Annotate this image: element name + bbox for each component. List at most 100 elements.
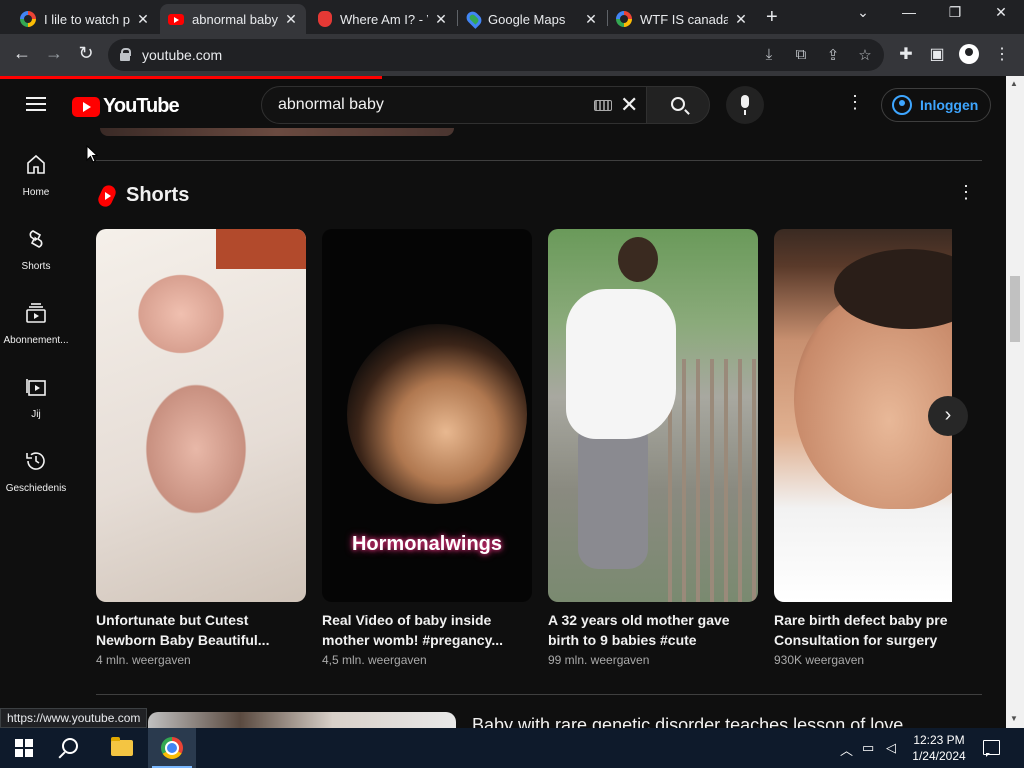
- shorts-shelf-header: Shorts: [98, 184, 189, 207]
- new-tab-button[interactable]: +: [766, 6, 778, 29]
- guide-label: Jij: [31, 409, 41, 420]
- guide-item-subscriptions[interactable]: Abonnement...: [0, 301, 72, 346]
- guide-item-you[interactable]: Jij: [0, 375, 72, 420]
- scroll-up-arrow-icon[interactable]: ▲: [1010, 79, 1018, 88]
- network-icon[interactable]: ▭: [862, 740, 874, 756]
- install-app-icon[interactable]: ⤓: [760, 46, 778, 63]
- guide-item-history[interactable]: Geschiedenis: [0, 449, 72, 494]
- address-bar[interactable]: youtube.com ⤓ ⧉ ⇪ ☆: [108, 39, 884, 71]
- screen: I lile to watch p ✕ abnormal baby ✕ Wher…: [0, 0, 1024, 768]
- tab-google-1[interactable]: I lile to watch p ✕: [12, 4, 158, 34]
- file-explorer-button[interactable]: [98, 728, 146, 768]
- close-window-button[interactable]: ✕: [986, 4, 1016, 21]
- thumbnail-detail: [578, 419, 648, 569]
- close-tab-icon[interactable]: ✕: [136, 11, 150, 28]
- short-thumbnail[interactable]: [548, 229, 758, 602]
- tab-google-2[interactable]: WTF IS canada ✕: [608, 4, 756, 34]
- tab-youtube[interactable]: abnormal baby ✕: [160, 4, 306, 34]
- keyboard-icon[interactable]: [594, 100, 612, 111]
- short-thumbnail[interactable]: [96, 229, 306, 602]
- youtube-icon: [168, 13, 184, 25]
- profile-avatar-icon[interactable]: [959, 44, 979, 64]
- forward-arrow-icon[interactable]: →: [42, 43, 66, 64]
- notifications-icon[interactable]: [983, 740, 1000, 757]
- volume-muted-icon[interactable]: ◁: [886, 740, 896, 756]
- search-input[interactable]: abnormal baby ✕: [261, 86, 647, 124]
- sign-in-button[interactable]: Inloggen: [881, 88, 991, 122]
- windows-taskbar: ︿ ▭ ◁ 12:23 PM 1/24/2024: [0, 728, 1024, 768]
- home-icon: [27, 154, 45, 174]
- short-thumbnail[interactable]: Hormonalwings: [322, 229, 532, 602]
- taskbar-search-button[interactable]: [48, 728, 96, 768]
- short-card[interactable]: A 32 years old mother gave birth to 9 ba…: [548, 229, 758, 667]
- google-icon: [616, 11, 632, 27]
- tab-google-maps[interactable]: Google Maps ✕: [460, 4, 606, 34]
- shorts-logo-icon: [98, 185, 116, 207]
- tab-title: I lile to watch p: [44, 11, 130, 27]
- short-card[interactable]: Unfortunate but Cutest Newborn Baby Beau…: [96, 229, 306, 667]
- minimize-button[interactable]: —: [894, 4, 924, 20]
- chrome-menu-icon[interactable]: ⋮: [991, 44, 1013, 64]
- video-thumbnail[interactable]: [148, 712, 456, 728]
- share-icon[interactable]: ⇪: [824, 46, 842, 64]
- section-divider: [96, 160, 982, 161]
- video-title[interactable]: Baby with rare genetic disorder teaches …: [472, 715, 903, 728]
- clear-search-icon[interactable]: ✕: [620, 92, 638, 118]
- search-icon: [62, 738, 78, 754]
- taskbar-clock[interactable]: 12:23 PM 1/24/2024: [906, 732, 972, 764]
- guide-label: Shorts: [21, 261, 51, 272]
- guide-menu-icon[interactable]: [26, 97, 46, 111]
- chrome-taskbar-button[interactable]: [148, 728, 196, 768]
- maps-icon: [464, 9, 484, 29]
- thumbnail-detail: [566, 289, 676, 439]
- short-title[interactable]: Unfortunate but Cutest Newborn Baby Beau…: [96, 610, 306, 650]
- tab-title: Google Maps: [488, 11, 566, 27]
- bookmark-star-icon[interactable]: ☆: [856, 46, 874, 64]
- side-panel-icon[interactable]: ▣: [926, 44, 948, 64]
- start-button[interactable]: [0, 728, 48, 768]
- thumbnail-overlay-text: Hormonalwings: [351, 533, 502, 555]
- short-views: 4,5 mln. weergaven: [322, 653, 427, 667]
- extensions-puzzle-icon[interactable]: ✚: [895, 44, 917, 64]
- close-tab-icon[interactable]: ✕: [284, 11, 298, 28]
- shorts-shelf-title: Shorts: [126, 184, 190, 206]
- previous-video-thumbnail[interactable]: [100, 128, 454, 136]
- close-tab-icon[interactable]: ✕: [734, 11, 748, 28]
- tab-strip: I lile to watch p ✕ abnormal baby ✕ Wher…: [0, 0, 1024, 34]
- section-divider: [96, 694, 982, 695]
- short-title[interactable]: A 32 years old mother gave birth to 9 ba…: [548, 610, 758, 650]
- settings-kebab-icon[interactable]: ⋮: [846, 93, 864, 111]
- reload-icon[interactable]: ↻: [74, 43, 98, 64]
- tab-search-button[interactable]: ⌄: [848, 4, 878, 21]
- shield-icon: [318, 11, 332, 27]
- guide-item-home[interactable]: Home: [0, 153, 72, 198]
- search-button[interactable]: [646, 86, 710, 124]
- scrollbar-thumb[interactable]: [1010, 276, 1020, 342]
- voice-search-icon[interactable]: [726, 86, 764, 124]
- page-scrollbar[interactable]: ▲ ▼: [1006, 76, 1024, 728]
- tab-title: Where Am I? - V: [340, 11, 428, 27]
- back-arrow-icon[interactable]: ←: [10, 43, 34, 64]
- close-tab-icon[interactable]: ✕: [434, 11, 448, 28]
- shelf-next-button[interactable]: ›: [928, 396, 968, 436]
- tab-title: abnormal baby: [192, 11, 278, 27]
- thumbnail-detail: [347, 324, 527, 504]
- subscriptions-icon: [26, 303, 46, 323]
- translate-icon[interactable]: ⧉: [792, 46, 810, 63]
- shelf-menu-icon[interactable]: ⋮: [957, 183, 975, 201]
- youtube-page: YouTube abnormal baby ✕ ⋮ Inloggen Home …: [0, 79, 1006, 728]
- search-icon: [671, 97, 685, 111]
- short-card[interactable]: Hormonalwings Real Video of baby inside …: [322, 229, 532, 667]
- tab-where-am-i[interactable]: Where Am I? - V ✕: [310, 4, 456, 34]
- short-title[interactable]: Real Video of baby inside mother womb! #…: [322, 610, 532, 650]
- show-hidden-icons-icon[interactable]: ︿: [840, 740, 853, 759]
- link-status-bubble: https://www.youtube.com: [0, 708, 148, 728]
- guide-label: Home: [22, 187, 50, 198]
- close-tab-icon[interactable]: ✕: [584, 11, 598, 28]
- lock-icon[interactable]: [120, 48, 131, 61]
- guide-item-shorts[interactable]: Shorts: [0, 227, 72, 272]
- thumbnail-detail: [216, 229, 306, 269]
- youtube-logo[interactable]: YouTube: [72, 95, 180, 118]
- scroll-down-arrow-icon[interactable]: ▼: [1010, 714, 1018, 723]
- restore-button[interactable]: ❐: [940, 4, 970, 21]
